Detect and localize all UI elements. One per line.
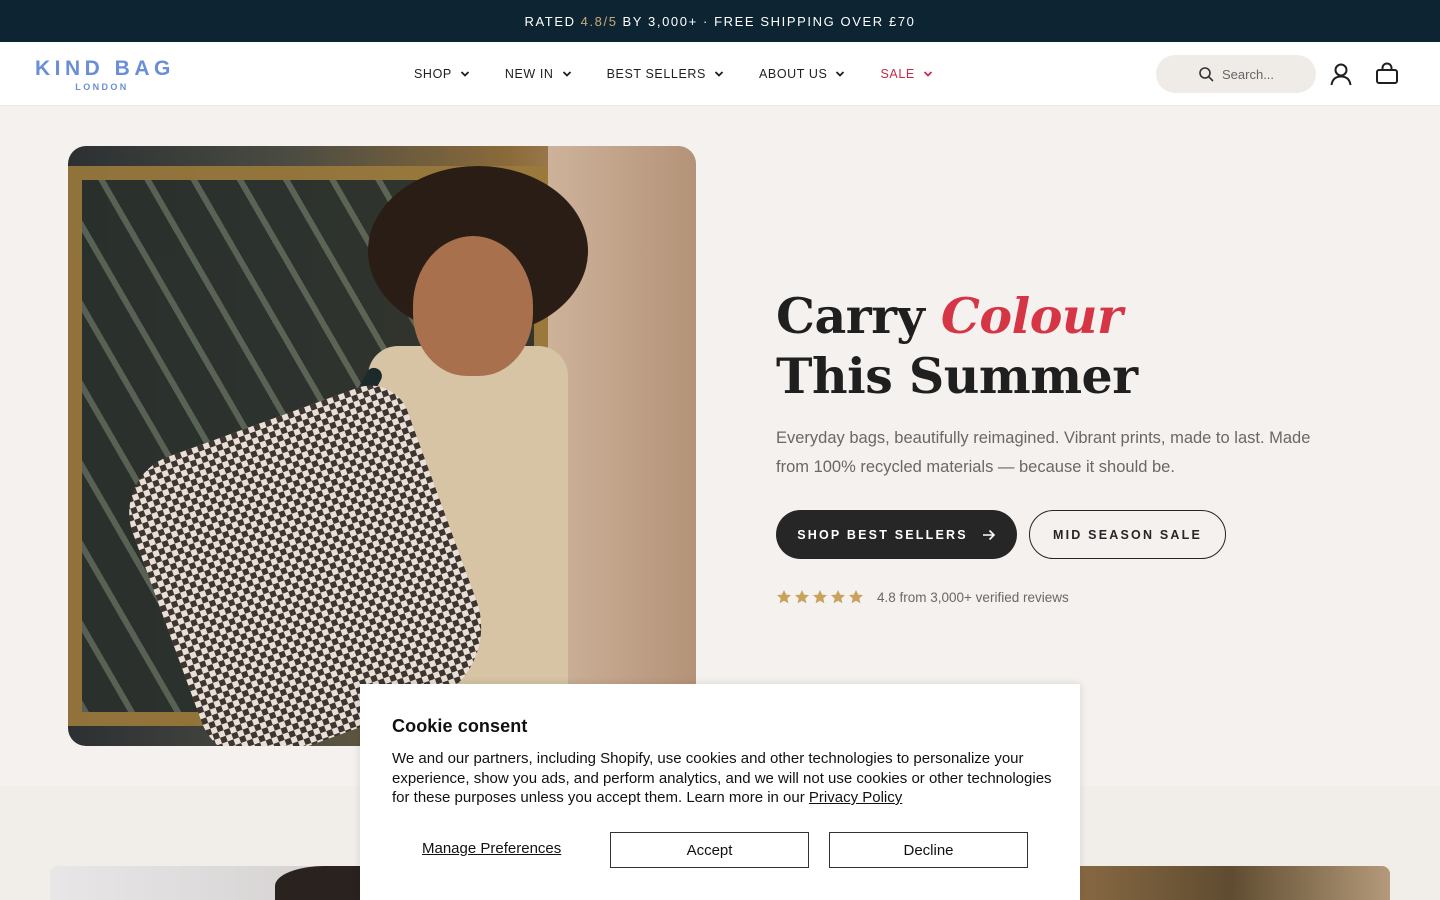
- accept-button[interactable]: Accept: [610, 832, 809, 868]
- nav-item-best-sellers[interactable]: BEST SELLERS: [607, 67, 724, 81]
- star-icon: [777, 590, 791, 604]
- star-icon: [813, 590, 827, 604]
- nav-item-label: NEW IN: [504, 67, 554, 81]
- decline-button[interactable]: Decline: [829, 832, 1028, 868]
- account-icon[interactable]: [1328, 61, 1354, 87]
- cart-icon[interactable]: [1374, 61, 1400, 87]
- announcement-bar: RATED 4.8/5 BY 3,000+ · FREE SHIPPING OV…: [0, 0, 1440, 42]
- logo-main: KIND BAG: [35, 57, 175, 80]
- review-rating: 4.8 from 3,000+ verified reviews: [776, 589, 1069, 605]
- hero-title-line2: This Summer: [776, 347, 1138, 405]
- star-icon: [795, 590, 809, 604]
- site-header: KIND BAG LONDON SHOP NEW IN BEST SELLERS…: [0, 42, 1440, 106]
- hero-title-plain: Carry: [776, 287, 925, 345]
- cookie-actions: Manage Preferences Accept Decline: [392, 832, 1048, 868]
- shop-best-sellers-button[interactable]: SHOP BEST SELLERS: [776, 510, 1017, 559]
- nav-item-label: SALE: [880, 67, 915, 81]
- chevron-down-icon: [562, 71, 571, 77]
- manage-preferences-link[interactable]: Manage Preferences: [422, 840, 561, 857]
- product-card-image[interactable]: [1070, 866, 1390, 900]
- search-input[interactable]: [1222, 66, 1322, 82]
- nav-item-label: ABOUT US: [758, 67, 828, 81]
- hero-subtitle: Everyday bags, beautifully reimagined. V…: [776, 429, 1311, 476]
- model-face: [413, 236, 533, 376]
- mid-season-sale-button[interactable]: MID SEASON SALE: [1029, 510, 1226, 559]
- nav-item-about-us[interactable]: ABOUT US: [759, 67, 845, 81]
- card-detail: [275, 866, 370, 900]
- star-icon: [831, 590, 845, 604]
- search-icon: [1199, 67, 1214, 82]
- arrow-right-icon: [982, 529, 995, 540]
- announcement-prefix: RATED: [524, 13, 576, 29]
- search-box[interactable]: [1156, 55, 1322, 93]
- button-label: MID SEASON SALE: [1053, 527, 1202, 542]
- nav-item-label: SHOP: [414, 67, 452, 81]
- button-label: SHOP BEST SELLERS: [797, 527, 968, 542]
- hero-title-accent: Colour: [940, 287, 1123, 345]
- announcement-suffix: BY 3,000+ · FREE SHIPPING OVER £70: [622, 13, 916, 29]
- chevron-down-icon: [836, 71, 845, 77]
- privacy-policy-link[interactable]: Privacy Policy: [809, 789, 902, 806]
- chevron-down-icon: [460, 71, 469, 77]
- nav-item-label: BEST SELLERS: [606, 67, 706, 81]
- rating-text: 4.8 from 3,000+ verified reviews: [877, 589, 1069, 605]
- hero-title: Carry Colour This Summer: [776, 286, 1376, 406]
- cookie-consent-dialog: Cookie consent We and our partners, incl…: [360, 684, 1080, 900]
- cookie-title: Cookie consent: [392, 716, 528, 736]
- chevron-down-icon: [714, 71, 724, 77]
- logo[interactable]: KIND BAG LONDON: [35, 57, 175, 93]
- chevron-down-icon: [923, 71, 932, 77]
- nav-item-shop[interactable]: SHOP: [414, 67, 470, 81]
- nav-item-new-in[interactable]: NEW IN: [505, 67, 572, 81]
- cookie-body-text: We and our partners, including Shopify, …: [392, 750, 1052, 806]
- star-rating: [776, 589, 866, 605]
- hero-image: [68, 146, 696, 746]
- main-nav: SHOP NEW IN BEST SELLERS ABOUT US SALE: [414, 42, 968, 106]
- announcement-rating: 4.8/5: [580, 13, 618, 29]
- star-icon: [849, 590, 863, 604]
- product-card-image[interactable]: [50, 866, 370, 900]
- logo-sub: LONDON: [75, 82, 129, 92]
- nav-item-sale[interactable]: SALE: [880, 67, 932, 81]
- cookie-body: We and our partners, including Shopify, …: [392, 749, 1052, 808]
